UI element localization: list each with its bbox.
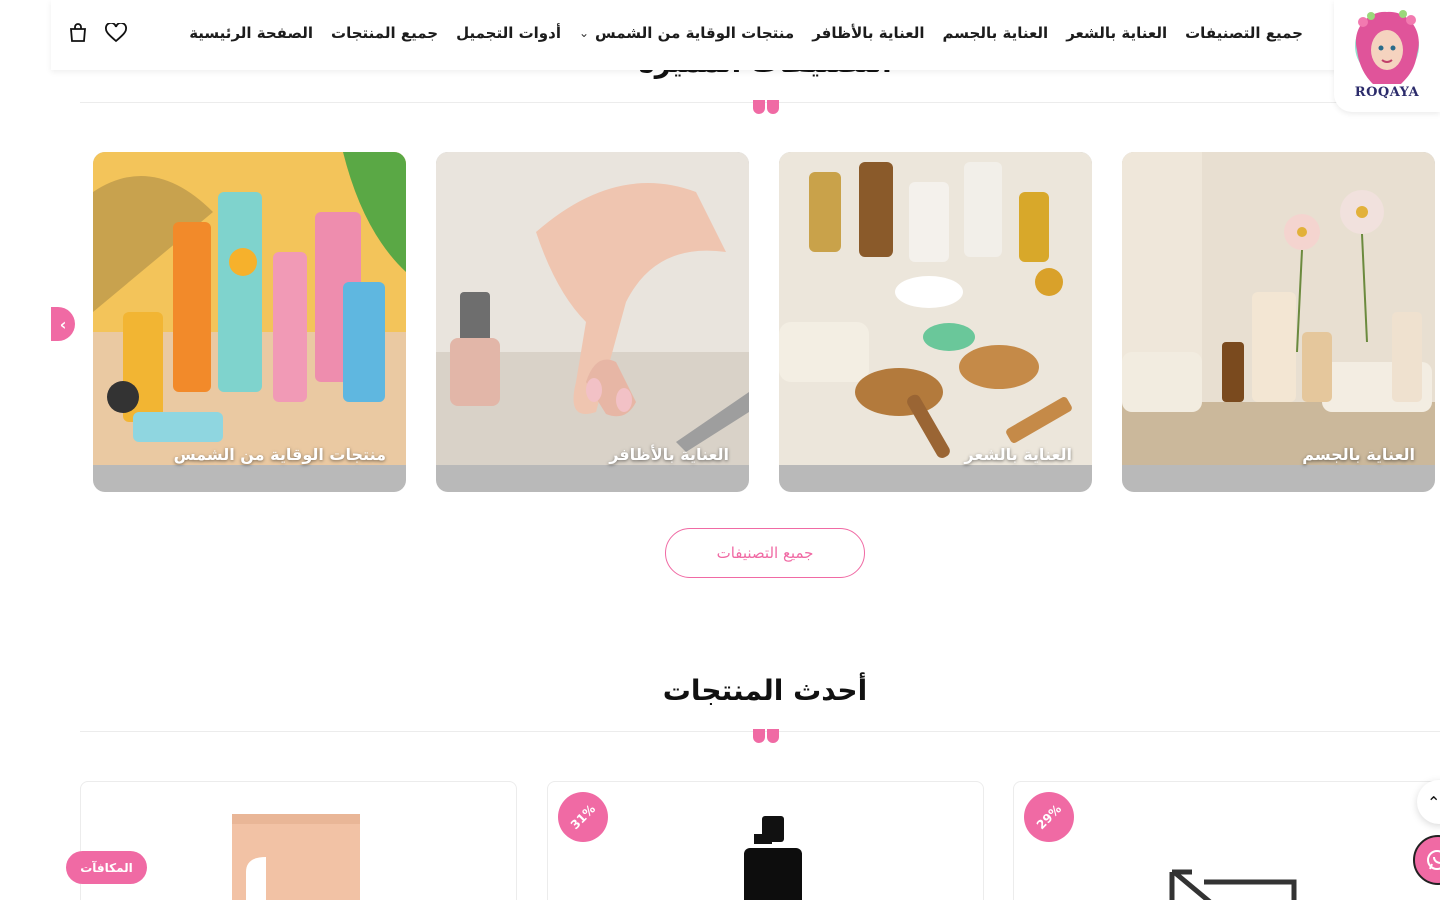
cart-icon[interactable] xyxy=(67,22,89,44)
discount-badge: 29% xyxy=(1014,782,1085,853)
logo[interactable]: ROQAYA xyxy=(1334,0,1440,112)
category-card-nail-care[interactable]: العناية بالأظافر xyxy=(436,152,749,492)
category-card-body-care[interactable]: العناية بالجسم xyxy=(1122,152,1435,492)
chevron-left-icon: ‹ xyxy=(59,314,67,334)
product-image xyxy=(232,814,360,900)
product-card[interactable] xyxy=(80,781,517,900)
image-placeholder-icon xyxy=(1169,869,1297,900)
chevron-up-icon: ⌃ xyxy=(1427,792,1440,812)
category-card-label: منتجات الوقاية من الشمس xyxy=(173,445,386,464)
product-image xyxy=(744,816,802,900)
carousel-prev-button[interactable]: ‹ xyxy=(51,307,75,341)
product-card[interactable]: 29% xyxy=(1013,781,1440,900)
nav-beauty-tools[interactable]: أدوات التجميل xyxy=(456,24,561,42)
hair-care-image xyxy=(779,152,1092,465)
main-nav: الصفحة الرئيسية جميع المنتجات أدوات التج… xyxy=(189,24,1303,42)
nav-nail-care-label: العناية بالأظافر xyxy=(812,24,925,42)
nav-hair-care-label: العناية بالشعر xyxy=(1066,24,1168,42)
category-card-label: العناية بالشعر xyxy=(964,445,1072,464)
category-card-sun-protection[interactable]: منتجات الوقاية من الشمس xyxy=(93,152,406,492)
nav-nail-care[interactable]: العناية بالأظافر xyxy=(812,24,924,42)
rewards-button[interactable]: المكافآت xyxy=(66,851,147,884)
nail-care-image xyxy=(436,152,749,465)
nav-all-products[interactable]: جميع المنتجات xyxy=(331,24,438,42)
discount-badge: 31% xyxy=(548,782,619,853)
nav-beauty-tools-label: أدوات التجميل xyxy=(456,24,561,42)
nav-all-categories[interactable]: جميع التصنيفات xyxy=(1185,24,1303,42)
wishlist-heart-icon[interactable] xyxy=(105,22,127,44)
all-categories-button[interactable]: جميع التصنيفات xyxy=(665,528,865,578)
product-card[interactable]: 31% xyxy=(547,781,984,900)
nav-body-care[interactable]: العناية بالجسم xyxy=(943,24,1049,42)
category-card-hair-care[interactable]: العناية بالشعر xyxy=(779,152,1092,492)
nav-all-categories-label: جميع التصنيفات xyxy=(1185,24,1303,42)
header-icons xyxy=(67,22,127,44)
category-card-label: العناية بالأظافر xyxy=(609,445,729,464)
latest-section-title: أحدث المنتجات xyxy=(662,674,868,707)
nav-sun-protection[interactable]: منتجات الوقاية من الشمس ⌄ xyxy=(579,24,794,42)
nav-home-label: الصفحة الرئيسية xyxy=(189,24,314,42)
divider-hearts-icon xyxy=(752,729,780,743)
nav-body-care-label: العناية بالجسم xyxy=(942,24,1049,42)
sunscreen-image xyxy=(93,152,406,465)
logo-text: ROQAYA xyxy=(1354,85,1420,100)
logo-art: ROQAYA xyxy=(1341,6,1433,106)
body-care-image xyxy=(1122,152,1435,465)
chevron-down-icon: ⌄ xyxy=(578,26,590,40)
nav-hair-care[interactable]: العناية بالشعر xyxy=(1066,24,1167,42)
nav-all-products-label: جميع المنتجات xyxy=(331,24,439,42)
whatsapp-icon xyxy=(1427,850,1440,870)
nav-home[interactable]: الصفحة الرئيسية xyxy=(189,24,313,42)
divider-hearts-icon xyxy=(752,100,780,114)
nav-sun-protection-label: منتجات الوقاية من الشمس xyxy=(595,24,795,42)
category-card-label: العناية بالجسم xyxy=(1302,445,1415,464)
